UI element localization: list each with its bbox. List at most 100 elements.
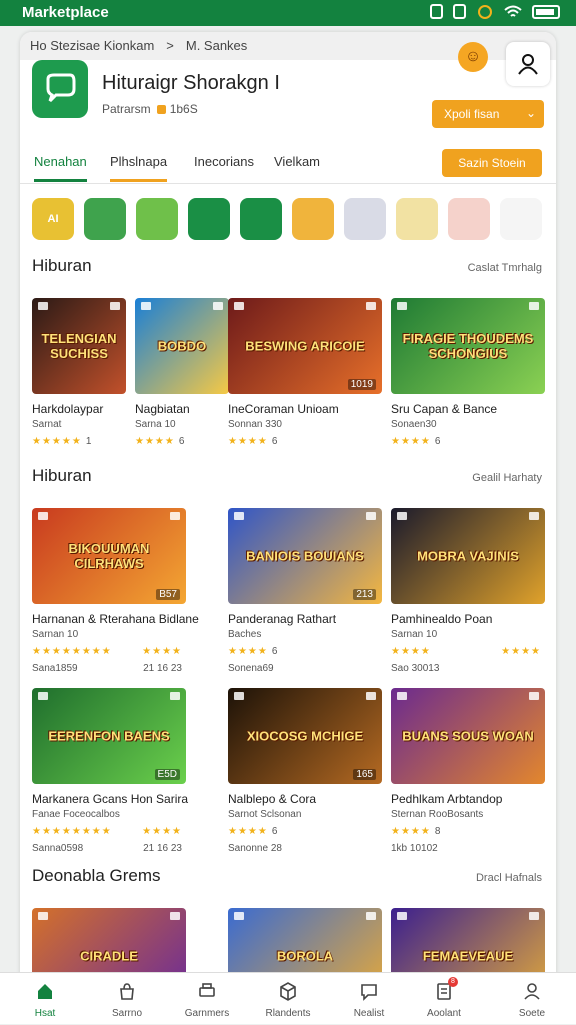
game-shortcut-icon[interactable]: [500, 198, 542, 240]
game-stats-left: Sao 30013: [391, 663, 440, 674]
corner-tag: [170, 512, 180, 520]
game-tile[interactable]: MOBRA VAJINIS Pamhinealdo Poan Sarnan 10 ★★…: [391, 508, 545, 674]
chevron-down-icon: ⌄: [525, 106, 536, 120]
thumbnail-title: XIOCOSG MCHIGE: [246, 728, 364, 744]
nav-label: Garnmers: [184, 1008, 230, 1019]
game-tile[interactable]: BIKOUUMAN CILRHAWS B57 Harnanan & Rterahan…: [32, 508, 199, 674]
thumbnail-title: BUANS SOUS WOAN: [402, 728, 534, 744]
rating-stars: ★★★★: [391, 436, 431, 447]
game-thumbnail[interactable]: MOBRA VAJINIS: [391, 508, 545, 604]
game-name: Markanera Gcans Hon Sarira: [32, 792, 189, 806]
nav-item-printer[interactable]: Garnmers: [175, 973, 239, 1025]
game-rating: ★★★★ 6: [391, 436, 545, 447]
game-shortcut-icon[interactable]: [292, 198, 334, 240]
game-tile[interactable]: BESWING ARICOIE 1019 IneCoraman Unioam Sonn…: [228, 298, 382, 447]
nav-label: Rlandents: [265, 1008, 311, 1019]
game-thumbnail[interactable]: FIRAGIE THOUDEMS SCHONGIUS: [391, 298, 545, 394]
thumbnail-title: EERENFON BAENS: [48, 728, 170, 744]
tab-nenahan[interactable]: Nenahan: [34, 154, 87, 182]
game-tile[interactable]: BOBDO Nagbiatan Sarna 10 ★★★★ 6: [135, 298, 229, 447]
game-shortcut-icon[interactable]: [448, 198, 490, 240]
nav-label: Aoolant: [427, 1008, 461, 1019]
rating-value: 6: [434, 436, 441, 447]
thumbnail-title: MOBRA VAJINIS: [417, 548, 519, 564]
publisher-tag: [397, 302, 407, 310]
game-shortcut-icon[interactable]: [136, 198, 178, 240]
game-thumbnail[interactable]: BOBDO: [135, 298, 229, 394]
install-dropdown-button[interactable]: Xpoli fisan ⌄: [432, 100, 544, 128]
game-tile[interactable]: EERENFON BAENS E5D Markanera Gcans Hon Sar…: [32, 688, 189, 854]
game-tile[interactable]: TELENGIAN SUCHISS Harkdolaypar Sarnat ★★★★★…: [32, 298, 126, 447]
game-rating: ★★★★★ 1: [32, 436, 126, 447]
game-subtitle: Sarnan 10: [391, 629, 438, 640]
game-thumbnail[interactable]: EERENFON BAENS E5D: [32, 688, 186, 784]
nav-item-notes[interactable]: Aoolant 8: [412, 973, 476, 1025]
game-thumbnail[interactable]: BIKOUUMAN CILRHAWS B57: [32, 508, 186, 604]
game-name: IneCoraman Unioam: [228, 402, 339, 416]
user-icon: [518, 54, 538, 75]
game-stats: Sanna0598 21 16 23: [32, 843, 186, 854]
section-see-all-link[interactable]: Dracl Hafnals: [476, 872, 542, 884]
game-shortcut-icon[interactable]: [188, 198, 230, 240]
section-see-all-link[interactable]: Gealil Harhaty: [472, 472, 542, 484]
game-stats-left: Sana1859: [32, 663, 78, 674]
game-shortcut-icon[interactable]: [344, 198, 386, 240]
game-thumbnail[interactable]: TELENGIAN SUCHISS: [32, 298, 126, 394]
game-thumbnail[interactable]: BESWING ARICOIE 1019: [228, 298, 382, 394]
app-meta: Patrarsm 1b6S: [102, 102, 198, 116]
game-tile[interactable]: BUANS SOUS WOAN Pedhlkam Arbtandop Sternan…: [391, 688, 545, 854]
game-name: Nalblepo & Cora: [228, 792, 317, 806]
publisher-tag: [38, 302, 48, 310]
game-name: Sru Capan & Bance: [391, 402, 498, 416]
breadcrumb-item[interactable]: Ho Stezisae Kionkam: [30, 38, 154, 53]
corner-tag: [529, 302, 539, 310]
game-tile[interactable]: BANIOIS BOUIANS 213 Panderanag Rathart Bach…: [228, 508, 382, 674]
game-shortcut-icon[interactable]: [240, 198, 282, 240]
game-stats-right: 21 16 23: [143, 843, 182, 854]
section-see-all-link[interactable]: Caslat Tmrhalg: [468, 262, 542, 274]
tab-inecorians[interactable]: Inecorians: [194, 154, 254, 179]
game-tile[interactable]: XIOCOSG MCHIGE 165 Nalblepo & Cora Sarnot S…: [228, 688, 382, 854]
thumbnail-badge: 1019: [347, 379, 376, 390]
game-shortcut-icon[interactable]: [396, 198, 438, 240]
game-rating: ★★★★ 8: [391, 826, 545, 837]
thumbnail-badge: 213: [353, 589, 376, 600]
publisher-tag: [234, 912, 244, 920]
nav-item-profile[interactable]: Soete: [500, 973, 564, 1025]
game-stats-right: 21 16 23: [143, 663, 182, 674]
tab-vielkam[interactable]: Vielkam: [274, 154, 320, 179]
game-thumbnail[interactable]: XIOCOSG MCHIGE 165: [228, 688, 382, 784]
game-rating: ★★★★★★★★ ★★★★: [32, 646, 186, 657]
status-bar: Marketplace: [0, 0, 576, 26]
coin-icon: [156, 105, 166, 114]
nav-item-chat[interactable]: Nealist: [337, 973, 401, 1025]
publisher-tag: [234, 692, 244, 700]
game-stats: Sana1859 21 16 23: [32, 663, 186, 674]
corner-tag: [110, 302, 120, 310]
game-thumbnail[interactable]: BUANS SOUS WOAN: [391, 688, 545, 784]
game-shortcut-icon[interactable]: [84, 198, 126, 240]
game-shortcut-icon[interactable]: AI: [32, 198, 74, 240]
user-button[interactable]: [506, 42, 550, 86]
game-name: Nagbiatan: [135, 402, 190, 416]
tab-plhslnapa[interactable]: Plhslnapa: [110, 154, 168, 182]
game-subtitle: Sarnat: [32, 419, 62, 430]
nav-item-box[interactable]: Rlandents: [256, 973, 320, 1025]
game-tile[interactable]: FIRAGIE THOUDEMS SCHONGIUS Sru Capan & Ba…: [391, 298, 545, 447]
app-detail-card: Ho Stezisae Kionkam > M. Sankes ☺ Hituraig…: [20, 32, 556, 987]
game-stats-left: Sanna0598: [32, 843, 84, 854]
nav-item-bag[interactable]: Sarrno: [95, 973, 159, 1025]
save-button[interactable]: Sazin Stoein: [442, 149, 542, 177]
emoji-icon[interactable]: ☺: [458, 42, 488, 72]
breadcrumb-item[interactable]: M. Sankes: [186, 38, 247, 53]
section-title: Hiburan: [32, 466, 92, 485]
publisher-tag: [397, 912, 407, 920]
game-thumbnail[interactable]: BANIOIS BOUIANS 213: [228, 508, 382, 604]
rating-value: 6: [271, 436, 278, 447]
nav-item-home[interactable]: Hsat: [13, 973, 77, 1025]
rating-value: 8: [434, 826, 441, 837]
publisher-tag: [38, 512, 48, 520]
thumbnail-title: BESWING ARICOIE: [245, 338, 365, 354]
game-stats: Sonena69: [228, 663, 382, 674]
rating-stars: ★★★★★: [32, 436, 82, 447]
